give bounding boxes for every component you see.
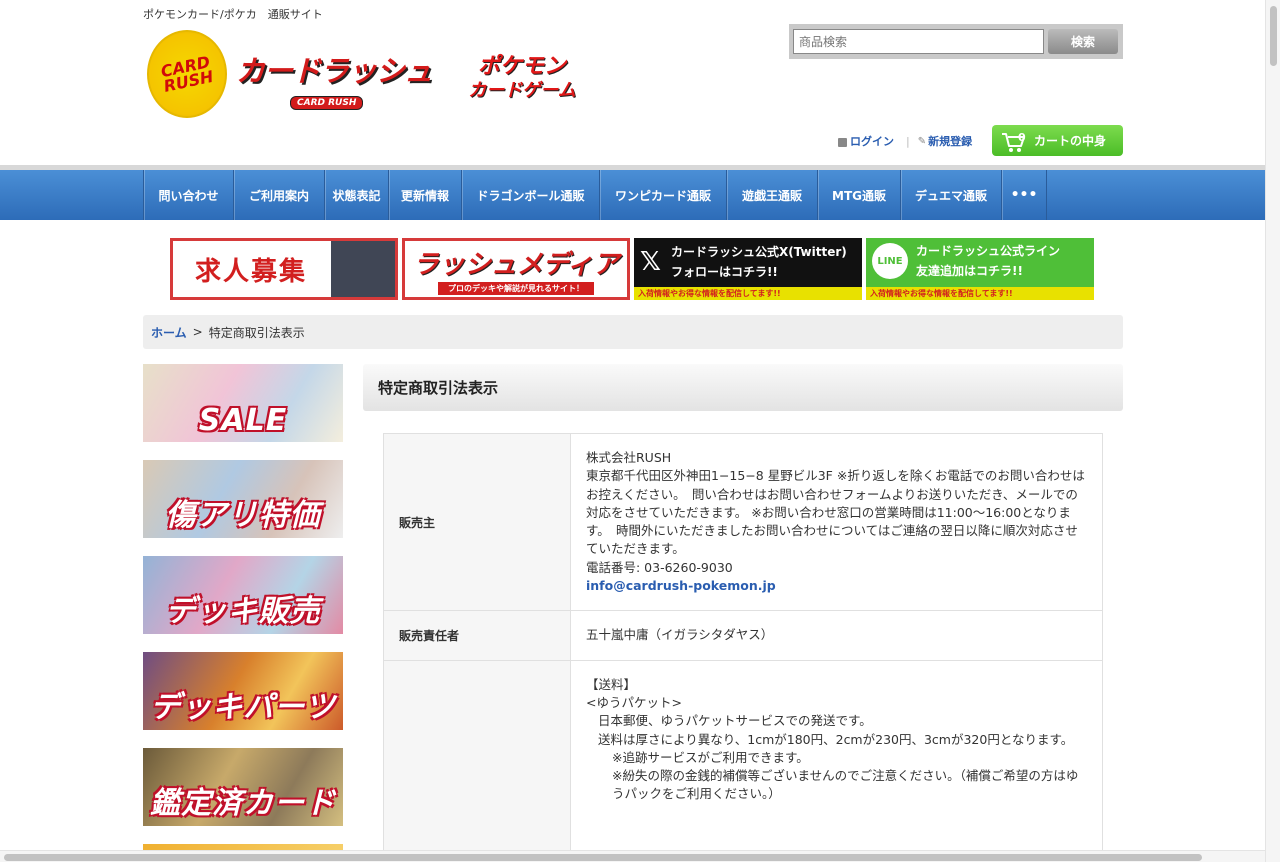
vertical-scroll-thumb[interactable]: [1270, 6, 1277, 66]
side-banner-damaged[interactable]: 傷アリ特価: [143, 460, 343, 538]
side-banner-label: デッキ販売: [165, 594, 321, 629]
x-banner-line2: フォローはコチラ!!: [670, 265, 778, 279]
x-banner-footer: 入荷情報やお得な情報を配信してます!!: [634, 287, 862, 300]
row-value: 【送料】 <ゆうパケット> 日本郵便、ゆうパケットサービスでの発送です。 送料は…: [570, 659, 1103, 861]
horizontal-scroll-thumb[interactable]: [4, 854, 1202, 861]
line-banner-line1: カードラッシュ公式ライン: [916, 244, 1061, 258]
seller-email-link[interactable]: info@cardrush-pokemon.jp: [586, 578, 776, 593]
site-tagline: ポケモンカード/ポケカ 通販サイト: [143, 8, 323, 21]
line-banner[interactable]: LINE カードラッシュ公式ライン 友達追加はコチラ!! 入荷情報やお得な情報を…: [866, 238, 1094, 300]
line-banner-footer: 入荷情報やお得な情報を配信してます!!: [866, 287, 1094, 300]
shipping-line: 送料は厚さにより異なり、1cmが180円、2cmが230円、3cmが320円とな…: [598, 731, 1074, 747]
user-links: ログイン | ✎ 新規登録: [838, 133, 972, 149]
side-banner-label: SALE: [198, 403, 288, 438]
table-row: 販売責任者 五十嵐中庸（イガラシタダヤス）: [383, 610, 1103, 661]
seller-company: 株式会社RUSH: [586, 450, 672, 465]
breadcrumb-current: 特定商取引法表示: [208, 325, 305, 340]
shipping-line: ※追跡サービスがご利用できます。: [612, 749, 809, 765]
side-banner-label: 鑑定済カード: [150, 786, 336, 821]
side-banner-deck[interactable]: デッキ販売: [143, 556, 343, 634]
nav-duelmasters[interactable]: デュエマ通販: [901, 170, 1002, 220]
page-title: 特定商取引法表示: [363, 364, 1123, 411]
line-banner-line2: 友達追加はコチラ!!: [916, 264, 1023, 278]
x-twitter-banner[interactable]: 𝕏 カードラッシュ公式X(Twitter) フォローはコチラ!! 入荷情報やお得…: [634, 238, 862, 300]
vertical-scrollbar[interactable]: [1265, 0, 1280, 862]
side-banner-graded[interactable]: 鑑定済カード: [143, 748, 343, 826]
table-row: 販売主 株式会社RUSH 東京都千代田区外神田1−15−8 星野ビル3F ※折り…: [383, 432, 1103, 612]
search-box: 検索: [789, 24, 1123, 59]
shipping-line: ※紛失の際の金銭的補償等ございませんのでご注意ください。（補償ご希望の方はゆうパ…: [612, 768, 1079, 802]
row-label: [383, 659, 571, 861]
nav-guide[interactable]: ご利用案内: [234, 170, 325, 220]
side-banner-sale[interactable]: SALE: [143, 364, 343, 442]
shipping-line: 日本郵便、ゆうパケットサービスでの発送です。: [598, 713, 872, 729]
recruit-banner-text: 求人募集: [195, 256, 308, 287]
nav-updates[interactable]: 更新情報: [389, 170, 462, 220]
logo-circle-text: CARD RUSH: [159, 52, 216, 96]
nav-condition[interactable]: 状態表記: [325, 170, 389, 220]
media-banner-title: ラッシュメディア: [412, 249, 620, 280]
lock-icon: [838, 137, 847, 147]
row-value: 株式会社RUSH 東京都千代田区外神田1−15−8 星野ビル3F ※折り返しを除…: [570, 432, 1103, 612]
nav-yugioh[interactable]: 遊戯王通販: [727, 170, 818, 220]
poke-logo-line2: カードゲーム: [468, 80, 576, 101]
yupacket-title: <ゆうパケット>: [586, 694, 682, 710]
search-input[interactable]: [793, 29, 1044, 54]
recruit-banner-image: [331, 241, 395, 297]
logo-main-text: カードラッシュ: [236, 54, 433, 88]
seller-phone: 電話番号: 03-6260-9030: [586, 559, 733, 575]
breadcrumb: ホーム > 特定商取引法表示: [143, 315, 1123, 349]
search-button[interactable]: 検索: [1048, 29, 1118, 54]
link-separator: |: [906, 134, 910, 148]
card-rush-text-logo[interactable]: カードラッシュ CARD RUSH: [236, 48, 434, 110]
breadcrumb-separator: >: [192, 325, 203, 339]
side-banner-deck-parts[interactable]: デッキパーツ: [143, 652, 343, 730]
pokemon-card-game-logo: ポケモン カードゲーム: [462, 54, 582, 112]
row-label: 販売責任者: [383, 610, 571, 661]
cart-label: カートの中身: [1034, 134, 1107, 148]
nav-more[interactable]: •••: [1002, 170, 1047, 220]
seller-address: 東京都千代田区外神田1−15−8 星野ビル3F ※折り返しを除くお電話でのお問い…: [586, 468, 1085, 557]
nav-contact[interactable]: 問い合わせ: [144, 170, 234, 220]
main-nav: 問い合わせ ご利用案内 状態表記 更新情報 ドラゴンボール通販 ワンピカード通販…: [0, 170, 1265, 220]
media-banner-sub: プロのデッキや解説が見れるサイト！: [438, 281, 594, 295]
logo-sub-text: CARD RUSH: [290, 96, 364, 110]
x-banner-line1: カードラッシュ公式X(Twitter): [670, 245, 847, 259]
register-label: 新規登録: [928, 135, 973, 148]
horizontal-scrollbar[interactable]: [0, 850, 1265, 862]
nav-onepiece[interactable]: ワンピカード通販: [600, 170, 727, 220]
recruit-banner[interactable]: 求人募集: [170, 238, 398, 300]
pencil-icon: ✎: [917, 135, 927, 147]
login-label: ログイン: [850, 135, 894, 148]
cart-button[interactable]: 0 カートの中身: [992, 125, 1123, 156]
cart-count: 0: [1018, 130, 1026, 144]
side-banner-label: 傷アリ特価: [165, 498, 321, 533]
login-link[interactable]: ログイン: [838, 133, 894, 149]
table-row: 【送料】 <ゆうパケット> 日本郵便、ゆうパケットサービスでの発送です。 送料は…: [383, 659, 1103, 861]
legal-info-table: 販売主 株式会社RUSH 東京都千代田区外神田1−15−8 星野ビル3F ※折り…: [383, 432, 1103, 861]
row-value: 五十嵐中庸（イガラシタダヤス）: [570, 610, 1103, 661]
breadcrumb-home[interactable]: ホーム: [151, 324, 187, 341]
register-link[interactable]: ✎ 新規登録: [918, 133, 972, 149]
card-rush-circle-logo[interactable]: CARD RUSH: [147, 30, 227, 118]
rush-media-banner[interactable]: ラッシュメディア プロのデッキや解説が見れるサイト！: [402, 238, 630, 300]
shipping-title: 【送料】: [586, 676, 637, 692]
line-logo-icon: LINE: [872, 243, 908, 279]
poke-logo-line1: ポケモン: [477, 54, 566, 79]
x-logo-icon: 𝕏: [640, 247, 661, 277]
row-label: 販売主: [383, 432, 571, 612]
nav-dragonball[interactable]: ドラゴンボール通販: [462, 170, 600, 220]
side-banner-label: デッキパーツ: [150, 690, 336, 725]
nav-mtg[interactable]: MTG通販: [818, 170, 901, 220]
cart-icon: 0: [1000, 128, 1026, 154]
